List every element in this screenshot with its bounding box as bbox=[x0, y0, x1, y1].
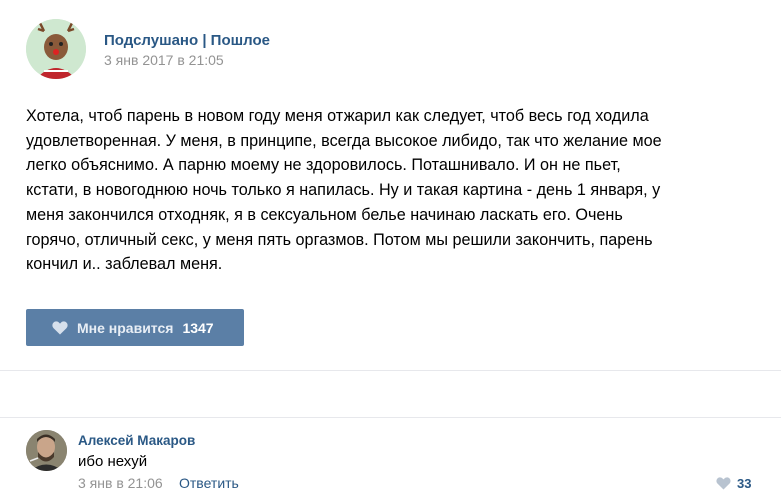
reply-link[interactable]: Ответить bbox=[179, 475, 239, 491]
comment-text: ибо нехуй bbox=[78, 453, 148, 470]
group-name-link[interactable]: Подслушано | Пошлое bbox=[104, 32, 270, 49]
comment-like-button[interactable]: 33 bbox=[716, 474, 751, 492]
user-photo-avatar bbox=[26, 430, 67, 471]
post-text-line: меня закончился отходняк, я в сексуально… bbox=[26, 205, 623, 224]
reindeer-avatar-icon bbox=[26, 19, 86, 79]
post-text-line: кстати, в новогоднюю ночь только я напил… bbox=[26, 181, 661, 200]
group-avatar[interactable] bbox=[26, 19, 86, 79]
like-count: 1347 bbox=[182, 319, 214, 336]
comment-like-count: 33 bbox=[737, 475, 752, 491]
post-text-line: удовлетворенная. У меня, в принципе, все… bbox=[26, 131, 662, 150]
like-label: Мне нравится bbox=[77, 319, 174, 336]
post-text-line: легко объяснимо. А парню моему не здоров… bbox=[26, 156, 621, 175]
comment-author-link[interactable]: Алексей Макаров bbox=[78, 433, 195, 448]
post-date[interactable]: 3 янв 2017 в 21:05 bbox=[104, 52, 224, 68]
post-text-line: горячо, отличный секс, у меня пять оргаз… bbox=[26, 230, 653, 249]
post-text-line: Хотела, чтоб парень в новом году меня от… bbox=[26, 107, 649, 125]
section-divider bbox=[0, 370, 781, 418]
heart-icon bbox=[52, 320, 68, 334]
commenter-avatar[interactable] bbox=[26, 430, 67, 471]
like-button[interactable]: Мне нравится 1347 bbox=[26, 309, 244, 346]
post-text-line: кончил и.. заблевал меня. bbox=[26, 255, 223, 274]
comment-date[interactable]: 3 янв в 21:06 bbox=[78, 475, 163, 491]
comment: Алексей Макаров ибо нехуй 3 янв в 21:06 … bbox=[26, 430, 766, 492]
heart-icon bbox=[716, 476, 731, 490]
post-text: Хотела, чтоб парень в новом году меня от… bbox=[26, 104, 756, 277]
